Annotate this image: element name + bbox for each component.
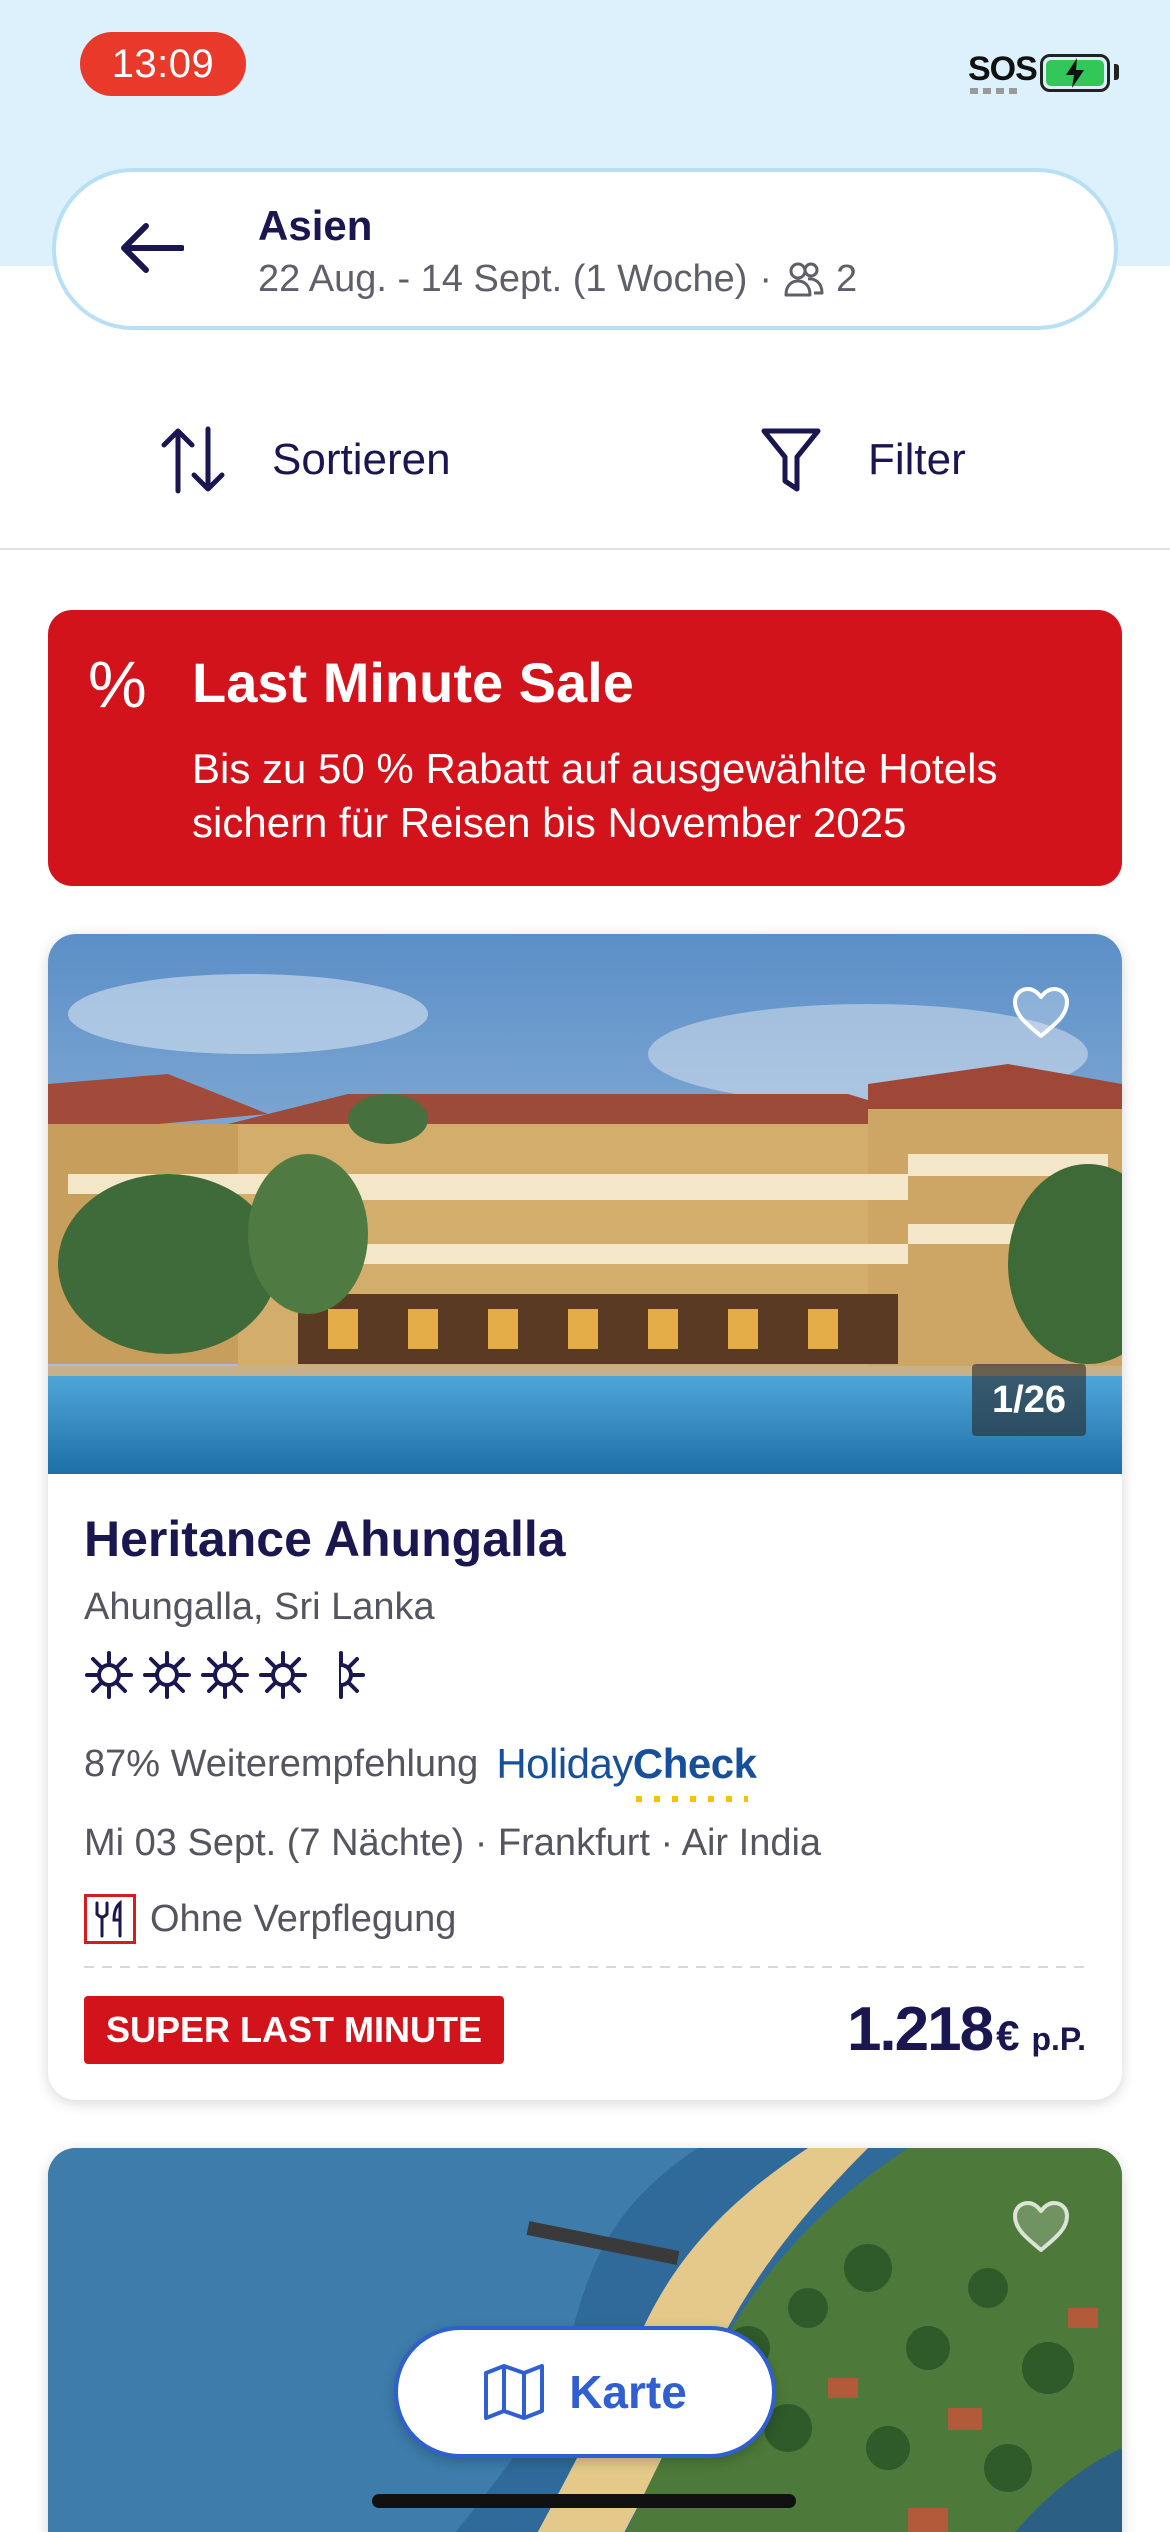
last-minute-banner[interactable]: % Last Minute Sale Bis zu 50 % Rabatt au… [48, 610, 1122, 886]
sort-icon [161, 426, 225, 494]
trip-details: Mi 03 Sept. (7 Nächte) · Frankfurt · Air… [84, 1822, 822, 1864]
battery-icon [1040, 54, 1110, 92]
board-type: Ohne Verpflegung [84, 1894, 456, 1944]
promo-text: Bis zu 50 % Rabatt auf ausgewählte Hotel… [192, 745, 998, 846]
sort-label: Sortieren [272, 435, 451, 484]
search-summary-pill[interactable]: Asien 22 Aug. - 14 Sept. (1 Woche) · 2 [52, 168, 1118, 330]
separator-dot: · [759, 258, 773, 300]
date-range: 22 Aug. - 14 Sept. (1 Woche) [258, 258, 748, 300]
sort-filter-bar: Sortieren Filter [0, 380, 1170, 550]
hotel-card[interactable]: 1/26 Heritance Ahungalla Ahungalla, Sri … [48, 934, 1122, 2100]
board-label: Ohne Verpflegung [150, 1897, 457, 1940]
filter-button[interactable]: Filter [760, 420, 966, 500]
holidaycheck-logo: HolidayCheck [496, 1740, 757, 1802]
hotel-location: Ahungalla, Sri Lanka [84, 1586, 435, 1628]
battery-tip [1114, 64, 1119, 80]
sun-icon [85, 1651, 133, 1699]
percent-icon: % [88, 647, 147, 721]
image-counter: 1/26 [972, 1364, 1086, 1436]
search-details: 22 Aug. - 14 Sept. (1 Woche) · 2 [258, 258, 857, 301]
favorite-heart-icon[interactable] [1012, 986, 1070, 1040]
deal-badge: SUPER LAST MINUTE [84, 1996, 505, 2064]
map-icon [484, 2364, 545, 2420]
price-unit: p.P. [1031, 2021, 1086, 2057]
sun-icon [201, 1651, 249, 1699]
filter-label: Filter [868, 435, 966, 484]
hotel-photo[interactable]: 1/26 [48, 934, 1122, 1474]
price: 1.218 € p.P. [847, 1994, 1086, 2065]
hotel-name[interactable]: Heritance Ahungalla [84, 1510, 566, 1568]
back-arrow-icon[interactable] [118, 220, 184, 276]
destination-title: Asien [258, 202, 373, 249]
traveller-count: 2 [836, 258, 858, 300]
map-button-label: Karte [569, 2366, 687, 2418]
price-currency: € [996, 2012, 1020, 2059]
signal-dots [970, 88, 1022, 94]
promo-title: Last Minute Sale [192, 651, 634, 714]
map-button[interactable]: Karte [394, 2326, 776, 2458]
card-divider [84, 1966, 1086, 1968]
sun-rating [84, 1650, 366, 1700]
sun-icon [143, 1651, 191, 1699]
half-sun-icon [339, 1651, 365, 1699]
recommendation-text: 87% Weiterempfehlung [84, 1742, 479, 1785]
status-time: 13:09 [80, 32, 246, 96]
home-indicator [372, 2494, 796, 2508]
people-icon [784, 262, 824, 296]
status-sos: SOS [968, 50, 1038, 88]
cutlery-icon [84, 1894, 136, 1944]
favorite-heart-icon[interactable] [1012, 2200, 1070, 2254]
sun-icon [259, 1651, 307, 1699]
filter-icon [761, 428, 821, 492]
price-amount: 1.218 [846, 1995, 994, 2064]
recommendation-row: 87% Weiterempfehlung HolidayCheck [84, 1740, 757, 1802]
toolbar-divider [0, 548, 1170, 550]
sort-button[interactable]: Sortieren [160, 420, 451, 500]
